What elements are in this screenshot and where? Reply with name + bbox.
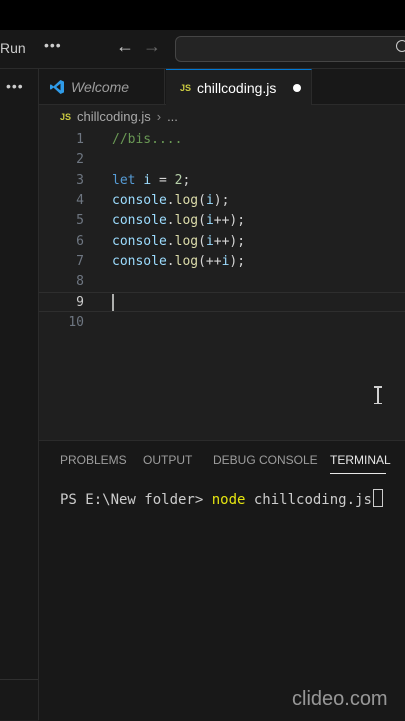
code-token: log: [174, 213, 199, 229]
back-arrow-icon[interactable]: ←: [116, 36, 134, 57]
code-token: .: [166, 253, 175, 269]
line-number: 8: [76, 274, 84, 290]
unsaved-dot-icon[interactable]: [293, 84, 301, 92]
code-token: log: [174, 233, 199, 249]
tab-terminal[interactable]: TERMINAL: [330, 453, 391, 467]
forward-arrow-icon[interactable]: →: [143, 36, 161, 57]
line-number: 9: [76, 295, 84, 311]
line-number: 3: [76, 172, 84, 188]
code-line[interactable]: 4 console.log(i);: [39, 191, 405, 211]
terminal-cursor: [372, 489, 383, 507]
title-bar: Run ••• ← →: [0, 30, 405, 69]
code-text: console.log(++i);: [112, 252, 245, 272]
code-token: .: [166, 213, 175, 229]
code-token: i: [205, 192, 214, 208]
vscode-icon: [50, 79, 64, 94]
code-line-current[interactable]: 9: [39, 292, 405, 313]
top-black-bar: [0, 0, 405, 30]
code-text: let i = 2;: [112, 171, 190, 191]
editor-tabs: Welcome JS chillcoding.js: [39, 69, 405, 105]
terminal-prompt: PS E:\New folder>: [60, 492, 212, 508]
code-token: i: [205, 233, 214, 249]
code-token: console: [112, 233, 167, 249]
sidebar: •••: [0, 69, 39, 720]
tab-output[interactable]: OUTPUT: [143, 453, 192, 467]
code-line[interactable]: 10: [39, 313, 405, 333]
mouse-ibeam-cursor-icon: [374, 386, 382, 404]
code-token: (: [198, 213, 206, 229]
line-number: 2: [76, 152, 84, 168]
text-caret: [112, 294, 114, 312]
code-token: //bis....: [112, 132, 183, 147]
menu-run[interactable]: Run: [0, 40, 26, 56]
code-line[interactable]: 7 console.log(++i);: [39, 252, 405, 272]
line-number: 5: [76, 213, 84, 229]
code-token: .: [166, 192, 175, 208]
code-token: (++: [198, 253, 222, 269]
code-text: console.log(i++);: [112, 211, 245, 231]
search-icon[interactable]: [396, 40, 405, 52]
tab-welcome[interactable]: Welcome: [39, 69, 165, 104]
code-line[interactable]: 3 let i = 2;: [39, 171, 405, 191]
code-token: console: [112, 213, 167, 229]
code-token: log: [174, 253, 199, 269]
line-number: 1: [76, 132, 84, 147]
watermark: clideo.com: [292, 688, 388, 710]
code-text: console.log(i++);: [112, 232, 245, 252]
code-token: );: [229, 253, 246, 269]
code-line[interactable]: 1 //bis....: [39, 130, 405, 150]
terminal-line[interactable]: PS E:\New folder> node chillcoding.js: [60, 489, 383, 508]
code-token: ++);: [213, 233, 246, 249]
code-token: );: [213, 192, 230, 208]
breadcrumb-more[interactable]: ...: [167, 109, 178, 124]
tab-chillcoding[interactable]: JS chillcoding.js: [166, 69, 312, 105]
line-number: 4: [76, 192, 84, 208]
code-token: =: [151, 172, 175, 188]
code-text: console.log(i);: [112, 191, 229, 211]
sidebar-more-icon[interactable]: •••: [6, 78, 24, 94]
code-token: (: [198, 192, 206, 208]
code-token: ++);: [213, 213, 246, 229]
line-number: 6: [76, 233, 84, 249]
js-icon: JS: [180, 82, 192, 93]
js-icon: JS: [60, 111, 72, 122]
code-token: (: [198, 233, 206, 249]
line-number: 7: [76, 253, 84, 269]
code-token: .: [166, 233, 175, 249]
code-token: console: [112, 192, 167, 208]
code-line[interactable]: 5 console.log(i++);: [39, 211, 405, 231]
code-text: //bis....: [112, 130, 182, 150]
code-line[interactable]: 6 console.log(i++);: [39, 232, 405, 252]
breadcrumb-separator-icon: ›: [156, 109, 162, 124]
code-token: ;: [182, 172, 191, 188]
terminal-args: chillcoding.js: [245, 492, 372, 508]
code-line[interactable]: 8: [39, 272, 405, 292]
tab-debug-console[interactable]: DEBUG CONSOLE: [213, 453, 318, 467]
tab-welcome-label: Welcome: [71, 78, 130, 95]
code-token: let: [112, 172, 136, 188]
sidebar-divider: [0, 679, 38, 680]
menu-more-icon[interactable]: •••: [44, 37, 62, 53]
terminal-command: node: [211, 492, 246, 508]
code-token: i: [205, 213, 214, 229]
code-token: log: [174, 192, 199, 208]
code-line[interactable]: 2: [39, 150, 405, 170]
active-tab-indicator: [330, 473, 386, 474]
line-number: 10: [68, 314, 84, 330]
code-token: console: [112, 253, 167, 269]
command-center-search[interactable]: [175, 36, 405, 62]
tab-chillcoding-label: chillcoding.js: [197, 79, 277, 96]
bottom-panel: PROBLEMS OUTPUT DEBUG CONSOLE TERMINAL P…: [39, 440, 405, 721]
breadcrumb-file[interactable]: chillcoding.js: [77, 109, 151, 124]
code-token: i: [143, 172, 152, 188]
breadcrumb: JS chillcoding.js › ...: [60, 109, 178, 124]
tab-problems[interactable]: PROBLEMS: [60, 453, 127, 467]
